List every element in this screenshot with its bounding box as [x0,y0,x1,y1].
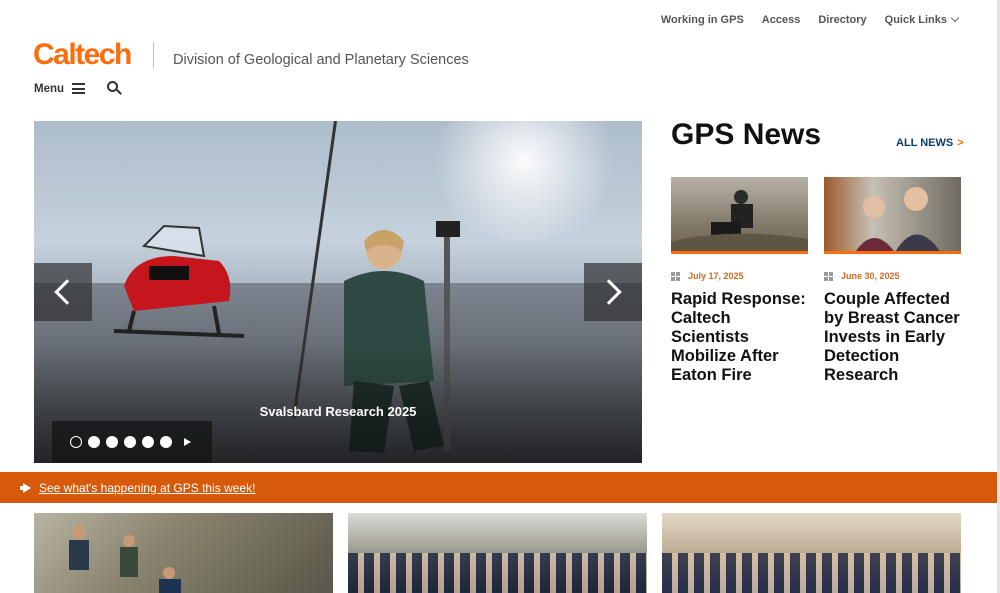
nav-access[interactable]: Access [762,14,801,26]
chevron-down-icon [950,13,960,23]
fieldwork-photo [671,190,808,251]
news-card-2: June 30, 2025 Couple Affected by Breast … [824,177,961,385]
search-icon[interactable] [107,81,122,96]
news-headline-1[interactable]: Rapid Response: Caltech Scientists Mobil… [671,290,808,385]
feature-photo-1[interactable] [34,513,333,593]
carousel-dot-5[interactable] [142,436,154,448]
carousel-dot-6[interactable] [160,436,172,448]
news-meta-2: June 30, 2025 [824,271,961,281]
nav-directory[interactable]: Directory [818,14,866,26]
news-title: GPS News [671,118,822,151]
carousel-dot-1[interactable] [70,436,82,448]
carousel-dot-3[interactable] [106,436,118,448]
all-news-link[interactable]: ALL NEWS > [896,137,964,149]
graduates-crowd [348,553,647,593]
feature-photo-3[interactable] [662,513,961,593]
couple-photo [856,187,940,251]
news-date-2: June 30, 2025 [841,271,900,281]
news-thumbnail-2[interactable] [824,177,961,254]
hero-carousel: Svalsbard Research 2025 [34,121,642,463]
news-headline-2[interactable]: Couple Affected by Breast Cancer Invests… [824,290,961,385]
hikers-photo [69,526,181,593]
chevron-left-icon [54,279,80,305]
megaphone-icon [20,482,31,493]
all-news-label: ALL NEWS [896,137,954,149]
play-icon[interactable] [184,438,191,446]
menu-row: Menu [34,81,122,96]
grid-icon [671,271,680,281]
grid-icon [824,271,833,281]
nav-working-in-gps[interactable]: Working in GPS [661,14,744,26]
announcement-link[interactable]: See what's happening at GPS this week! [39,481,255,495]
hero-caption[interactable]: Svalsbard Research 2025 [34,404,642,419]
logo-divider [153,42,154,68]
carousel-prev-button[interactable] [34,263,92,321]
carousel-next-button[interactable] [584,263,642,321]
all-news-arrow: > [957,137,964,149]
news-date-1: July 17, 2025 [688,271,744,281]
news-card-1: July 17, 2025 Rapid Response: Caltech Sc… [671,177,808,385]
news-meta-1: July 17, 2025 [671,271,808,281]
quick-links-label: Quick Links [884,14,947,26]
announcement-bar: See what's happening at GPS this week! [0,472,997,503]
chevron-right-icon [596,279,622,305]
nav-quick-links[interactable]: Quick Links [884,13,960,26]
group-crowd [662,553,961,593]
carousel-dot-2[interactable] [88,436,100,448]
menu-label[interactable]: Menu [34,83,64,95]
carousel-controls [52,421,212,463]
feature-photo-2[interactable] [348,513,647,593]
news-thumbnail-1[interactable] [671,177,808,254]
carousel-dot-4[interactable] [124,436,136,448]
utility-nav: Working in GPS Access Directory Quick Li… [661,13,960,26]
hamburger-icon[interactable] [72,83,86,94]
caltech-logo[interactable]: Caltech [33,38,132,72]
division-title[interactable]: Division of Geological and Planetary Sci… [173,52,469,68]
